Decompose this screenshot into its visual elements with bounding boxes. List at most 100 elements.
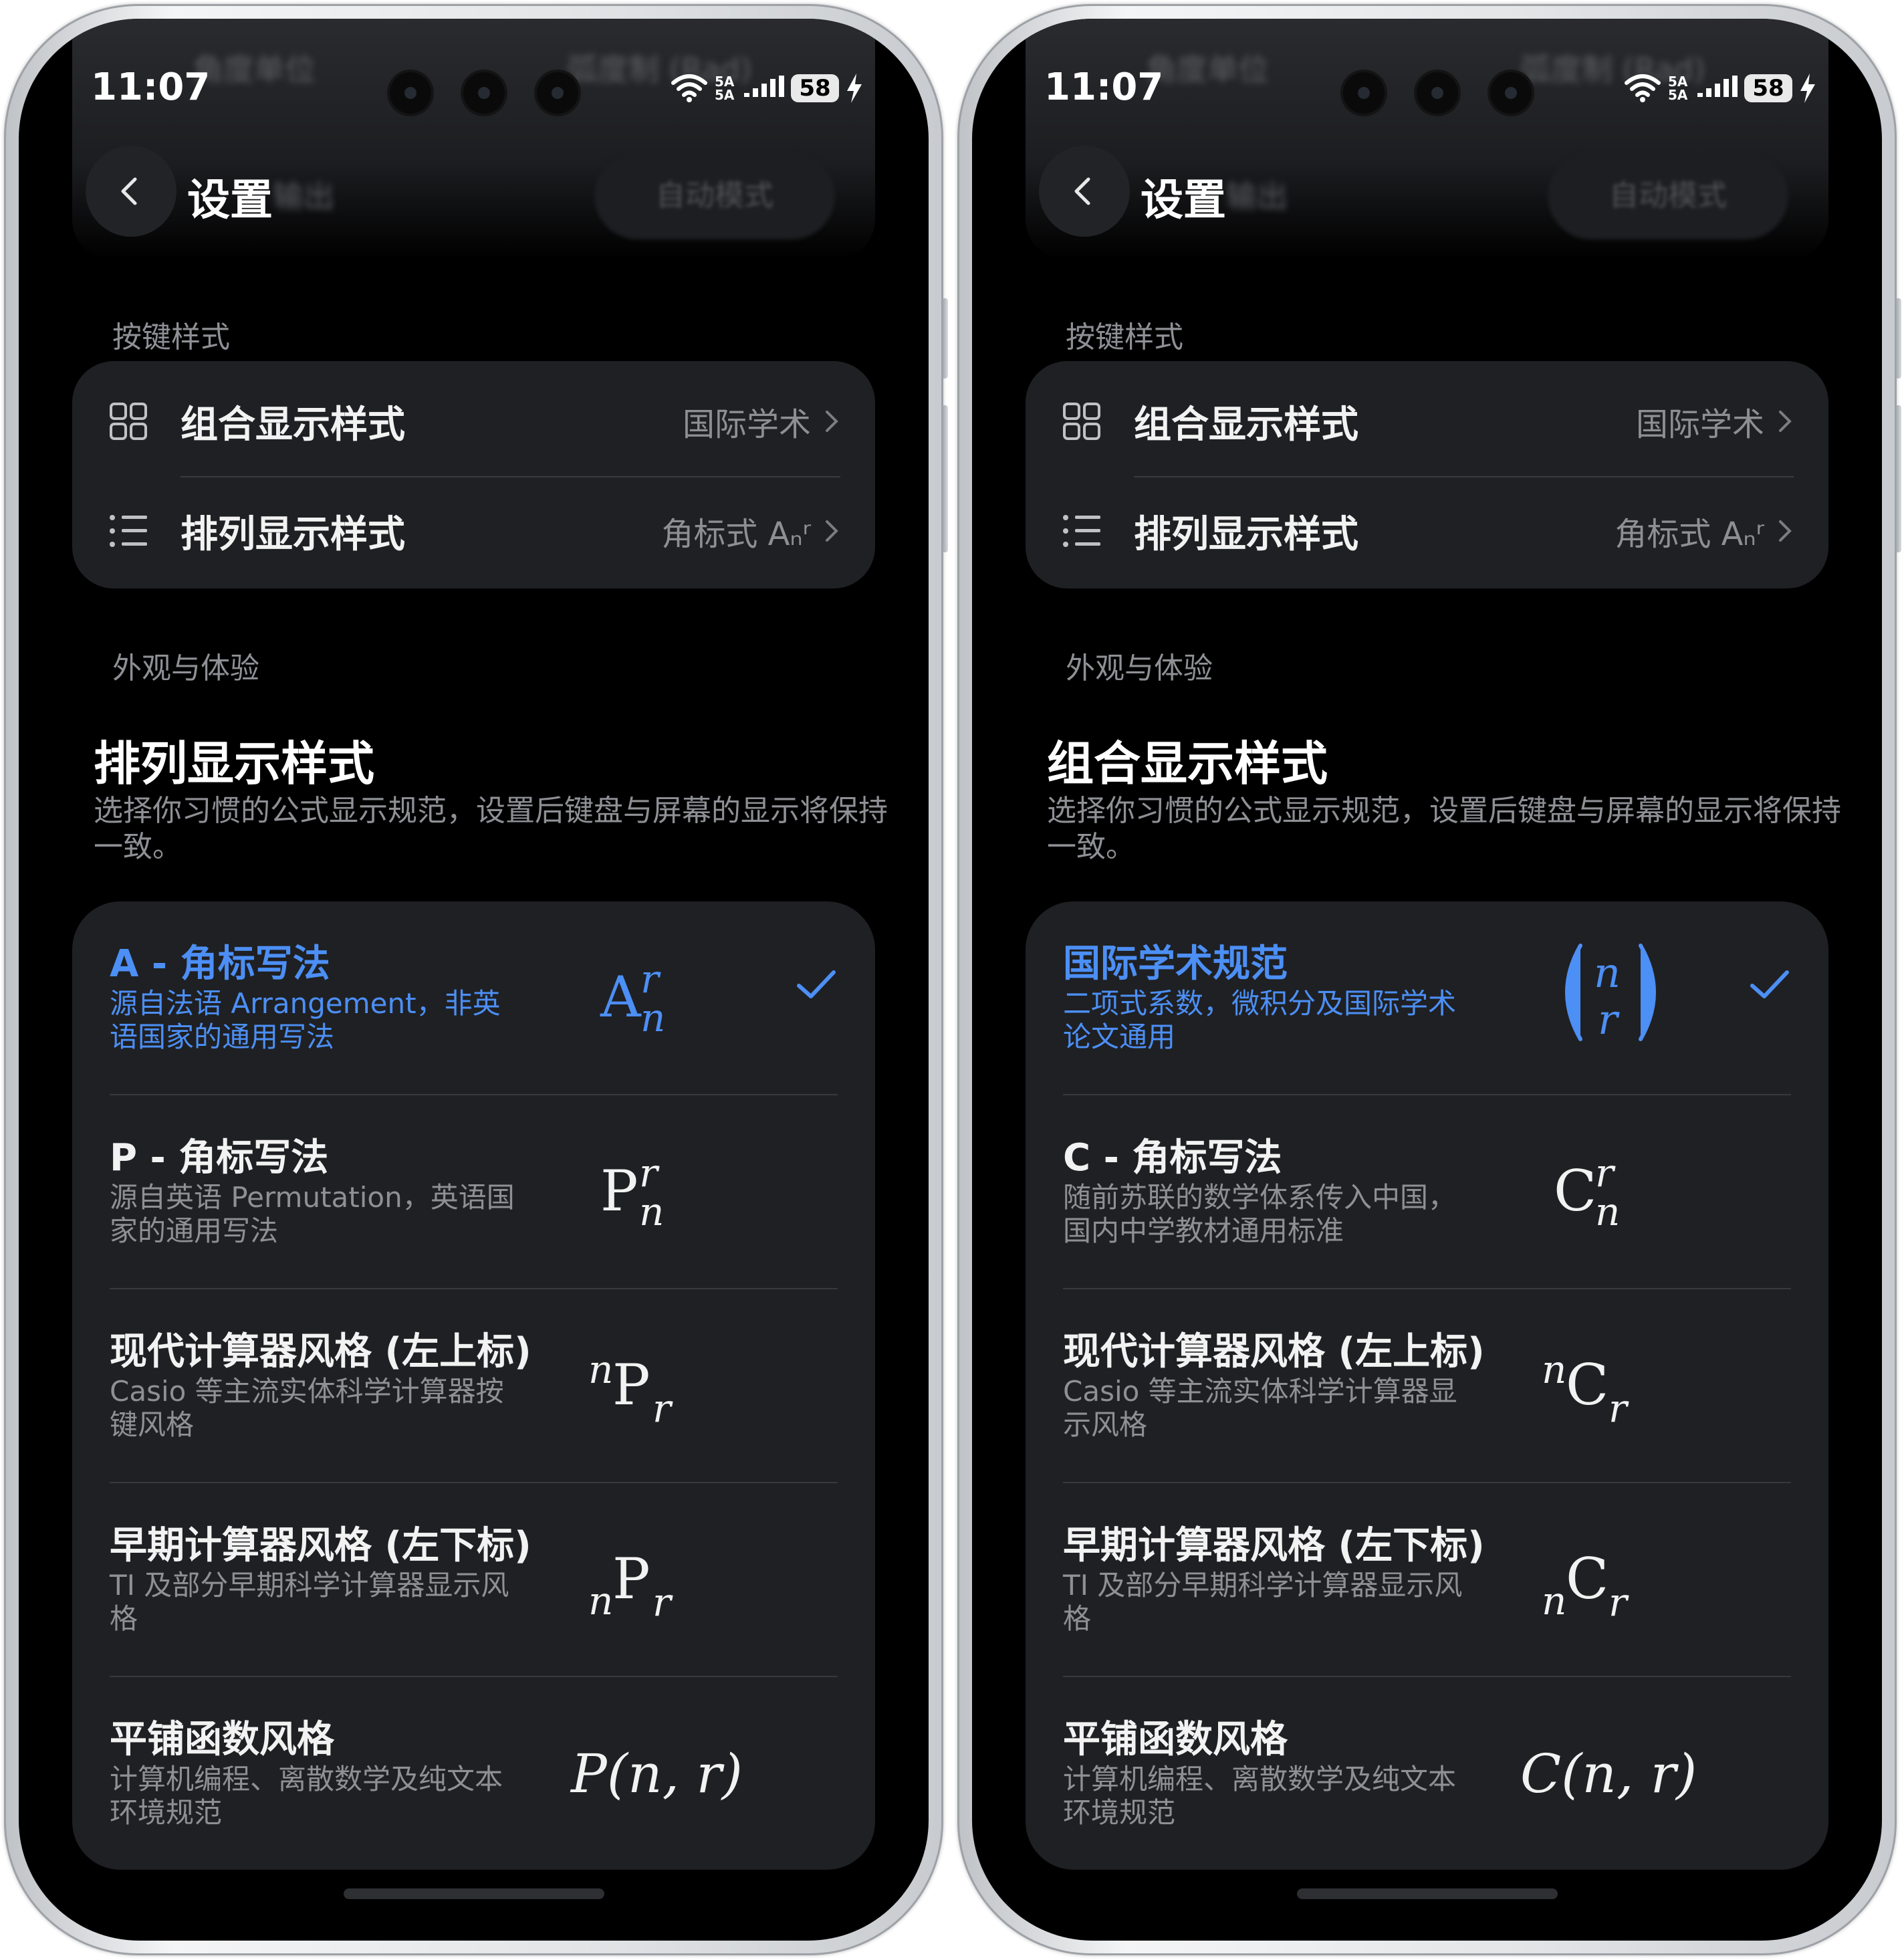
front-camera (1417, 72, 1458, 114)
section-label-keys: 按键样式 (112, 320, 230, 354)
section-label-keys: 按键样式 (1066, 320, 1183, 354)
phone-frame-left: 角度单位 弧度制 (Rad) 输出 11:07 5A 5A 58 设置 自动模式… (4, 4, 948, 1955)
formula-sub: r (1609, 1580, 1629, 1625)
option-a-superscript[interactable]: A - 角标写法 源自法语 Arrangement，非英语国家的通用写法 A r… (72, 901, 875, 1095)
option-subtitle: 源自英语 Permutation，英语国家的通用写法 (110, 1181, 515, 1247)
formula-left-sub: n P r (588, 1546, 673, 1625)
formula-sub: r (652, 1386, 673, 1431)
option-subtitle: TI 及部分早期科学计算器显示风格 (1063, 1569, 1463, 1635)
network-label: 5A 5A (715, 74, 735, 103)
option-c-superscript[interactable]: C - 角标写法 随前苏联的数学体系传入中国，国内中学教材通用标准 C r n (1026, 1095, 1828, 1289)
option-left-superscript[interactable]: 现代计算器风格 (左上标) Casio 等主流实体科学计算器显示风格 n C r (1026, 1289, 1828, 1483)
option-left-superscript[interactable]: 现代计算器风格 (左上标) Casio 等主流实体科学计算器按键风格 n P r (72, 1289, 875, 1483)
formula-c-n-r: C r n (1554, 1150, 1620, 1234)
list-icon (110, 515, 147, 547)
battery-icon: 58 (791, 74, 839, 102)
charging-icon (847, 74, 862, 103)
option-title: 国际学术规范 (1063, 942, 1288, 986)
option-subtitle: 计算机编程、离散数学及纯文本环境规范 (1063, 1763, 1457, 1829)
chevron-right-icon (826, 411, 838, 432)
front-camera (463, 72, 505, 114)
row-permutation-style[interactable]: 排列显示样式 角标式 Aₙʳ (72, 476, 875, 586)
formula-tiled: C(n, r) (1520, 1743, 1697, 1805)
row-label: 排列显示样式 (1134, 512, 1358, 556)
formula-text: P(n, r) (570, 1743, 743, 1805)
volume-button (1895, 298, 1901, 378)
row-combination-style[interactable]: 组合显示样式 国际学术 (72, 366, 875, 476)
formula-left-sub: n C r (1542, 1546, 1629, 1625)
phone-frame-right: 角度单位 弧度制 (Rad) 输出 11:07 5A 5A 58 设置 自动模式… (957, 4, 1901, 1955)
status-time: 11:07 (1044, 66, 1164, 109)
option-left-subscript[interactable]: 早期计算器风格 (左下标) TI 及部分早期科学计算器显示风格 n C r (1026, 1483, 1828, 1677)
blurred-text: 角度单位 (193, 51, 316, 88)
page-title: 设置 (187, 176, 273, 225)
back-button[interactable] (86, 146, 176, 237)
row-value: 国际学术 (682, 406, 811, 443)
formula-base: P (612, 1546, 650, 1612)
option-title: 早期计算器风格 (左下标) (1063, 1524, 1485, 1567)
formula-left-sup: n P r (588, 1347, 673, 1431)
option-title: C - 角标写法 (1063, 1136, 1282, 1180)
charging-icon (1800, 74, 1815, 103)
signal-bars-icon (1697, 76, 1738, 97)
volume-button (942, 298, 948, 378)
blurred-text: 输出 (1226, 179, 1288, 215)
panel-title: 排列显示样式 (94, 736, 374, 791)
screen-left: 角度单位 弧度制 (Rad) 输出 11:07 5A 5A 58 设置 自动模式… (19, 19, 929, 1941)
sensor (1343, 72, 1385, 114)
chevron-right-icon (1779, 520, 1792, 542)
status-time: 11:07 (91, 66, 211, 109)
formula-bottom: r (1598, 995, 1620, 1044)
formula-text: C(n, r) (1520, 1743, 1697, 1805)
formula-sub: r (1609, 1386, 1629, 1431)
status-icons: 5A 5A 58 (671, 74, 863, 103)
option-title: 早期计算器风格 (左下标) (110, 1524, 531, 1567)
option-left-subscript[interactable]: 早期计算器风格 (左下标) TI 及部分早期科学计算器显示风格 n P r (72, 1483, 875, 1677)
formula-base: C (1566, 1352, 1609, 1418)
option-tiled-function[interactable]: 平铺函数风格 计算机编程、离散数学及纯文本环境规范 P(n, r) (72, 1677, 875, 1871)
row-value: 国际学术 (1635, 406, 1764, 443)
key-style-group: 组合显示样式 国际学术 排列显示样式 角标式 Aₙʳ (72, 361, 875, 588)
blurred-text: 输出 (273, 179, 334, 215)
row-label: 排列显示样式 (181, 512, 405, 556)
wifi-icon (1625, 74, 1661, 102)
row-label: 组合显示样式 (1134, 403, 1358, 447)
formula-base: C (1554, 1158, 1596, 1224)
row-value: 角标式 Aₙʳ (661, 516, 811, 553)
sensor (537, 72, 578, 114)
blurred-text: 角度单位 (1146, 51, 1269, 88)
combination-options-list: 国际学术规范 二项式系数，微积分及国际学术论文通用 n r C - 角标写法 随… (1026, 901, 1828, 1870)
formula-a-n-r: A r n (600, 956, 665, 1041)
grid-icon (1063, 403, 1100, 440)
checkmark-icon (797, 970, 836, 998)
option-p-superscript[interactable]: P - 角标写法 源自英语 Permutation，英语国家的通用写法 P r … (72, 1095, 875, 1289)
panel-description: 选择你习惯的公式显示规范，设置后键盘与屏幕的显示将保持一致。 (1047, 794, 1841, 864)
signal-bars-icon (744, 76, 784, 97)
network-label: 5A 5A (1668, 74, 1688, 103)
row-label: 组合显示样式 (181, 403, 405, 447)
checkmark-icon (1750, 970, 1789, 998)
back-arrow-icon (121, 177, 137, 205)
formula-sub: n (639, 1189, 664, 1234)
permutation-options-list: A - 角标写法 源自法语 Arrangement，非英语国家的通用写法 A r… (72, 901, 875, 1870)
formula-sub: n (588, 1578, 613, 1624)
row-combination-style[interactable]: 组合显示样式 国际学术 (1026, 366, 1828, 476)
grid-icon (110, 403, 147, 440)
formula-p-n-r: P r n (600, 1150, 664, 1234)
formula-base: A (600, 964, 642, 1030)
option-tiled-function[interactable]: 平铺函数风格 计算机编程、离散数学及纯文本环境规范 C(n, r) (1026, 1677, 1828, 1871)
power-button (1895, 405, 1901, 552)
formula-base: C (1566, 1546, 1609, 1612)
option-international-academic[interactable]: 国际学术规范 二项式系数，微积分及国际学术论文通用 n r (1026, 901, 1828, 1095)
option-title: P - 角标写法 (110, 1136, 329, 1180)
back-button[interactable] (1039, 146, 1130, 237)
row-permutation-style[interactable]: 排列显示样式 角标式 Aₙʳ (1026, 476, 1828, 586)
option-subtitle: 源自法语 Arrangement，非英语国家的通用写法 (110, 987, 501, 1053)
option-subtitle: 计算机编程、离散数学及纯文本环境规范 (110, 1763, 503, 1829)
formula-sub: n (640, 995, 665, 1041)
sensor (1490, 72, 1532, 114)
page-title: 设置 (1141, 176, 1226, 225)
list-icon (1063, 515, 1100, 547)
home-indicator[interactable] (343, 1888, 604, 1899)
home-indicator[interactable] (1296, 1888, 1558, 1899)
